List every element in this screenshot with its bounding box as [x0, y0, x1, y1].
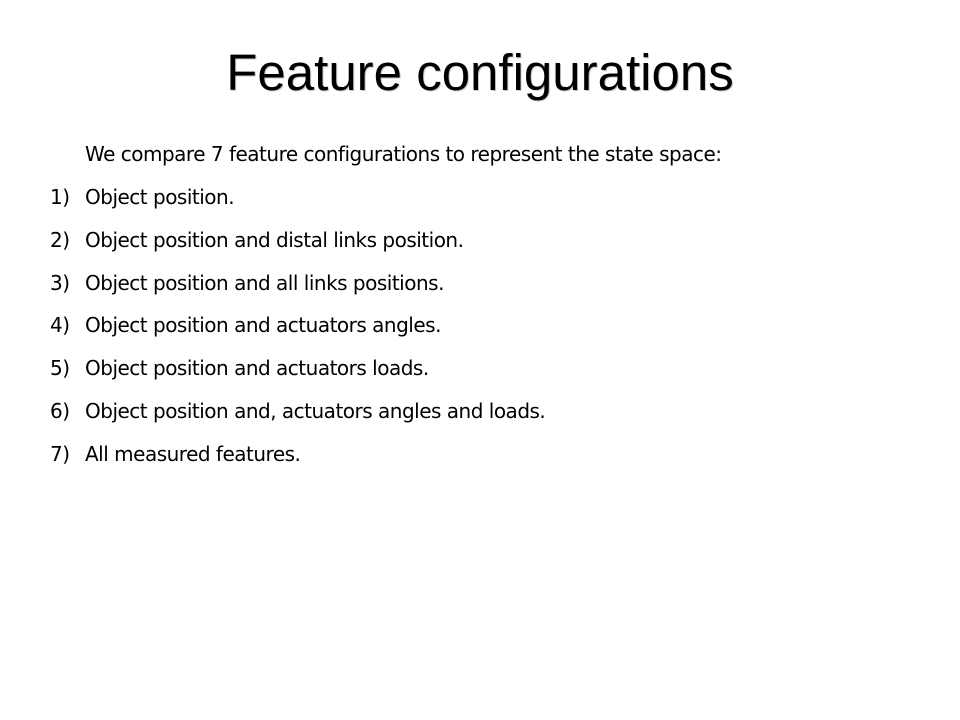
feature-configuration-list: 1) Object position. 2) Object position a…: [0, 183, 900, 483]
list-item: 7) All measured features.: [0, 440, 900, 483]
list-item: 3) Object position and all links positio…: [0, 269, 900, 312]
list-item: 1) Object position.: [0, 183, 900, 226]
list-item-number: 7): [50, 441, 70, 466]
intro-text: We compare 7 feature configurations to r…: [85, 142, 722, 166]
list-item-text: Object position and all links positions.: [85, 270, 444, 295]
list-item-text: Object position and distal links positio…: [85, 227, 464, 252]
list-item-number: 5): [50, 356, 70, 381]
list-item-number: 1): [50, 185, 70, 209]
list-item: 5) Object position and actuators loads.: [0, 354, 900, 397]
list-item: 2) Object position and distal links posi…: [0, 226, 900, 269]
list-item-number: 4): [50, 313, 70, 338]
slide: Feature configurations We compare 7 feat…: [0, 0, 960, 720]
list-item-number: 3): [50, 270, 70, 295]
list-item: 4) Object position and actuators angles.: [0, 311, 900, 354]
list-item-number: 2): [50, 227, 70, 252]
list-item-text: Object position and actuators loads.: [85, 356, 429, 381]
list-item-text: All measured features.: [85, 441, 301, 466]
list-item: 6) Object position and, actuators angles…: [0, 397, 900, 440]
slide-title: Feature configurations: [226, 44, 734, 101]
list-item-text: Object position and, actuators angles an…: [85, 398, 546, 423]
list-item-number: 6): [50, 398, 70, 423]
list-item-text: Object position.: [85, 185, 235, 209]
list-item-text: Object position and actuators angles.: [85, 313, 441, 338]
